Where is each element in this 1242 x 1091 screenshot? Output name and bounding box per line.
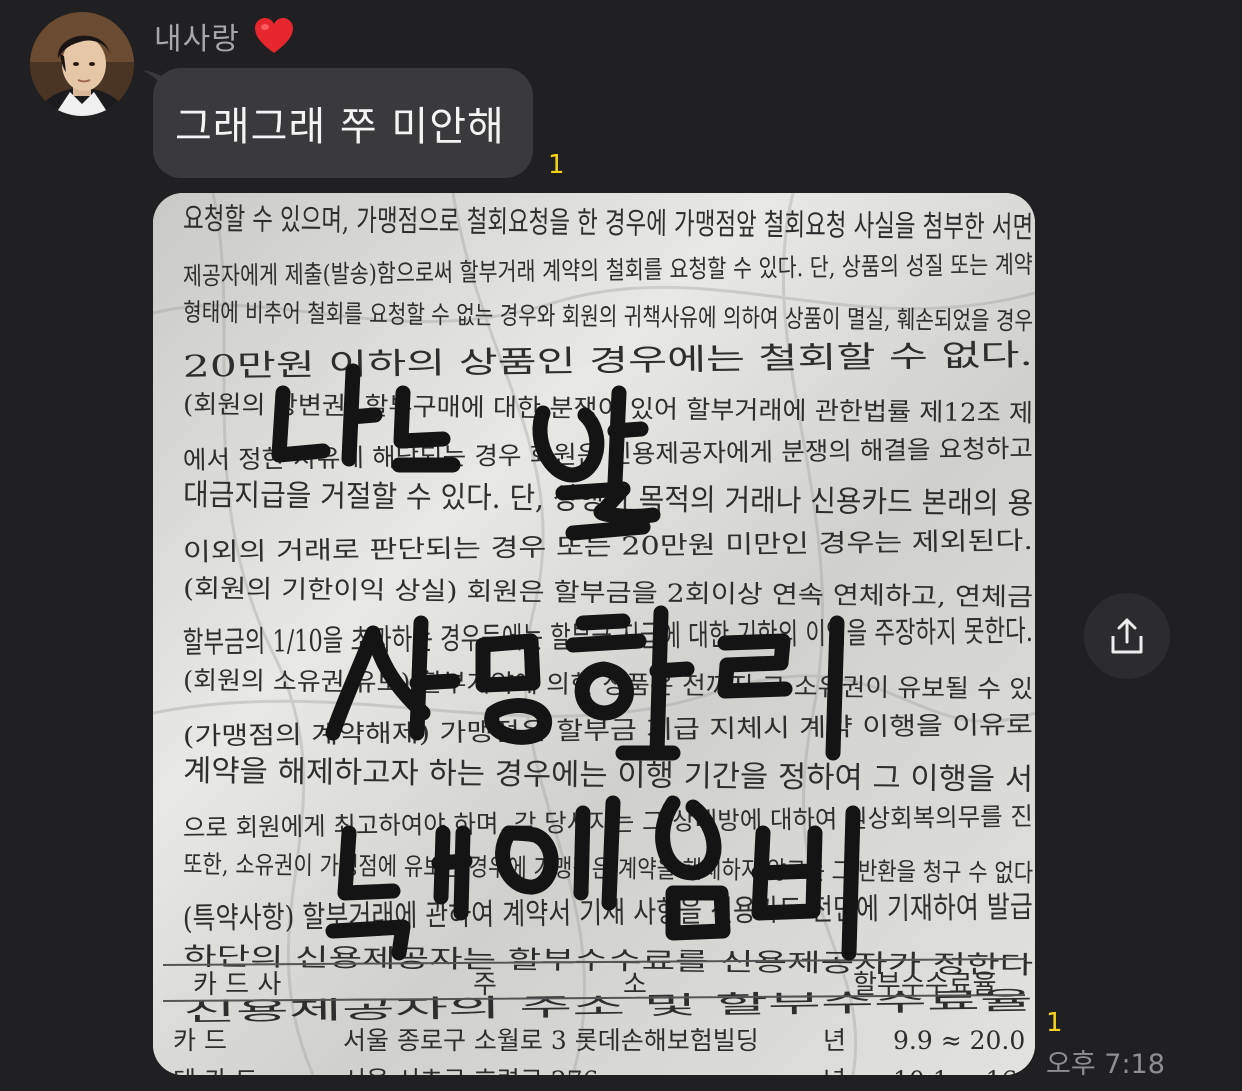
share-button[interactable]	[1084, 593, 1170, 679]
red-heart-icon	[254, 17, 294, 55]
table-header-cell: 소	[623, 970, 647, 1000]
unread-count: 1	[1046, 1008, 1063, 1038]
hw-stroke	[825, 615, 845, 761]
crumpled-paper-photo: 요청할 수 있으며, 가맹점으로 철회요청을 한 경우에 가맹점앞 철회요청 사…	[153, 193, 1035, 1075]
sender-avatar[interactable]	[30, 12, 134, 116]
table-cell: 년	[823, 1066, 846, 1075]
message-time: 오후 7:18	[1046, 1049, 1165, 1080]
unread-count: 1	[548, 150, 565, 180]
table-cell: 서울 종로구 소월로 3 롯데손해보험빌딩	[343, 1026, 759, 1055]
table-cell: 년	[823, 1026, 846, 1055]
table-cell: 테 카 드	[173, 1066, 258, 1075]
share-icon	[1111, 618, 1143, 654]
sender-name: 내사랑	[154, 22, 240, 57]
table-header-cell: 할부수수료율	[853, 970, 997, 1000]
message-bubble[interactable]: 그래그래 쭈 미안해	[153, 68, 533, 178]
chat-room: 내사랑 그래그래 쭈 미안해 1 요청할 수 있으며, 가맹점으로 철회요청을 …	[0, 0, 1242, 1091]
table-cell: 9.9 ≈ 20.0	[893, 1026, 1025, 1055]
table-cell: 카 드	[173, 1026, 227, 1055]
avatar-portrait	[30, 12, 134, 116]
table-cell: 10.1 ≈ 16	[893, 1066, 1017, 1075]
table-cell: 서울 서초구 효령로 276	[343, 1066, 599, 1075]
photo-message[interactable]: 요청할 수 있으며, 가맹점으로 철회요청을 한 경우에 가맹점앞 철회요청 사…	[153, 193, 1035, 1075]
sender-header: 내사랑	[154, 14, 294, 58]
table-header-cell: 카 드 사	[193, 970, 281, 1000]
table-header-cell: 주	[473, 970, 497, 1000]
hw-stroke	[717, 633, 793, 699]
message-text: 그래그래 쭈 미안해	[175, 104, 505, 150]
hw-stroke	[841, 805, 861, 961]
